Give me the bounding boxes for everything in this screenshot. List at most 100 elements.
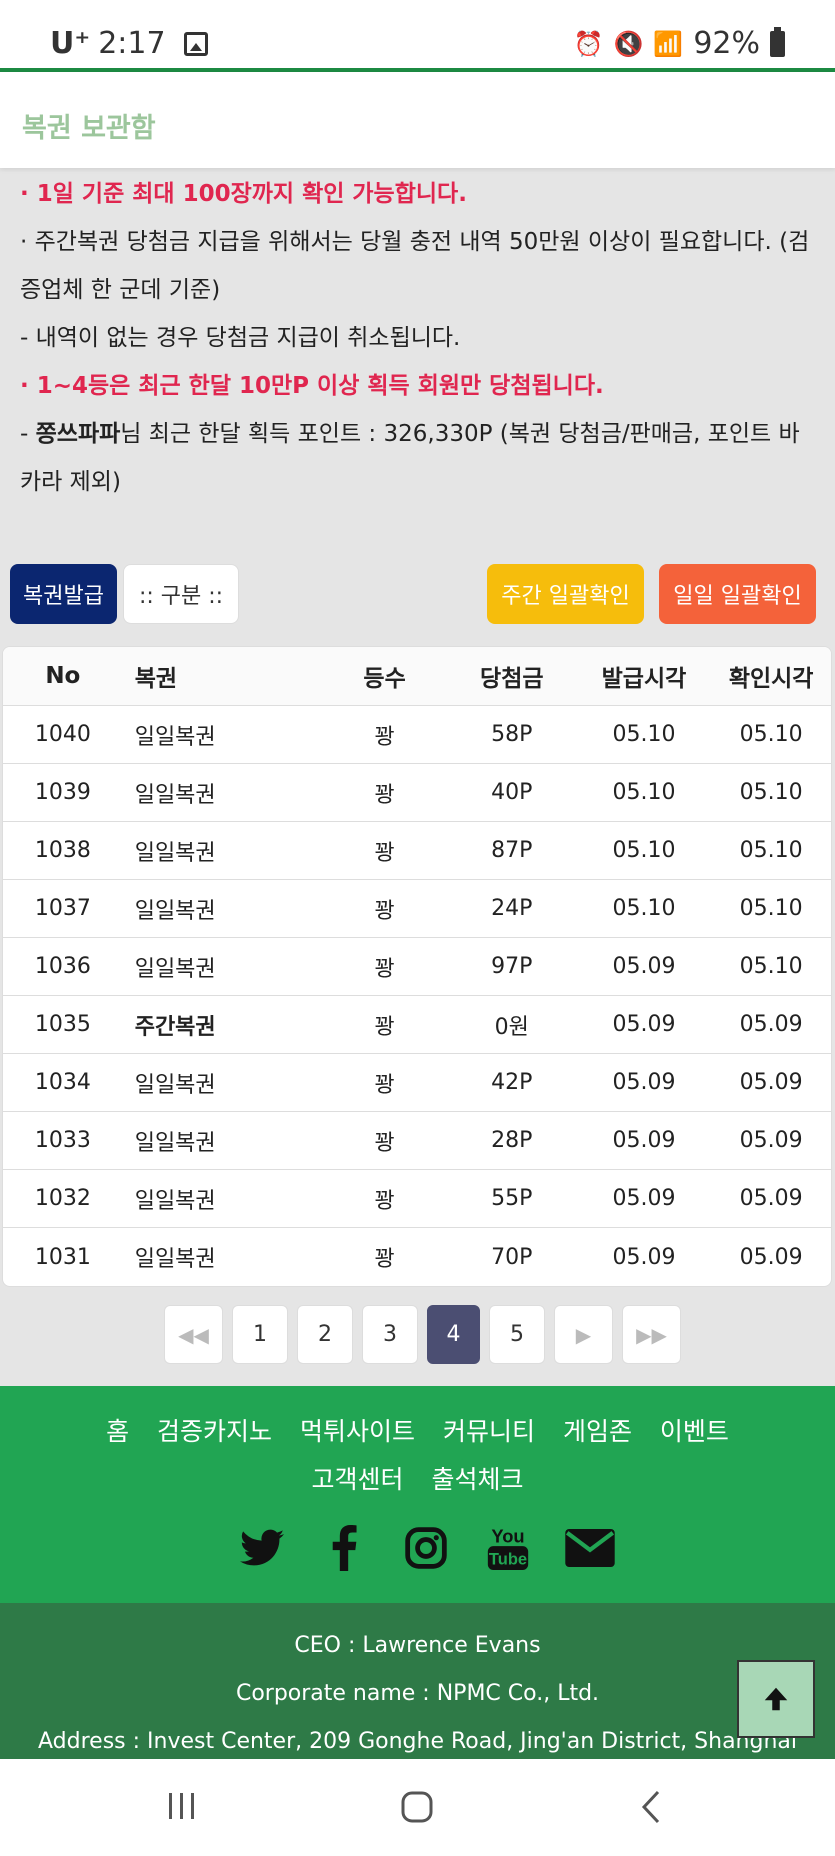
footer-link-community[interactable]: 커뮤니티 — [443, 1417, 535, 1446]
table-row[interactable]: 1035 주간복권 꽝 0원 05.09 05.09 — [3, 996, 831, 1054]
col-prize: 당첨금 — [480, 666, 544, 692]
cell-rank: 꽝 — [374, 724, 395, 750]
mail-icon[interactable] — [563, 1521, 617, 1575]
category-select[interactable]: :: 구분 :: — [123, 564, 239, 624]
youtube-icon[interactable]: You Tube — [481, 1521, 535, 1575]
table-row[interactable]: 1033 일일복권 꽝 28P 05.09 05.09 — [3, 1112, 831, 1170]
footer-link-scam-sites[interactable]: 먹튀사이트 — [300, 1417, 415, 1446]
page-button-4-current[interactable]: 4 — [427, 1305, 480, 1364]
col-issued: 발급시각 — [601, 666, 687, 692]
arrow-up-icon — [764, 1687, 788, 1711]
page-title: 복권 보관함 — [22, 113, 156, 144]
daily-bulk-check-button[interactable]: 일일 일괄확인 — [659, 564, 816, 624]
table-row[interactable]: 1032 일일복권 꽝 55P 05.09 05.09 — [3, 1170, 831, 1228]
table-row[interactable]: 1031 일일복권 꽝 70P 05.09 05.09 — [3, 1228, 831, 1286]
table-row[interactable]: 1040 일일복권 꽝 58P 05.10 05.10 — [3, 706, 831, 764]
cell-issued: 05.10 — [612, 896, 676, 921]
table-row[interactable]: 1039 일일복권 꽝 40P 05.10 05.10 — [3, 764, 831, 822]
corporate-name-text: Corporate name : NPMC Co., Ltd. — [235, 1681, 600, 1706]
next-page-button[interactable]: ▶ — [554, 1305, 613, 1364]
pagination: ◀◀ 1 2 3 4 5 ▶ ▶▶ — [164, 1305, 681, 1364]
cell-issued: 05.09 — [612, 1244, 676, 1270]
scroll-to-top-button[interactable] — [737, 1660, 815, 1738]
footer-link-game-zone[interactable]: 게임존 — [563, 1417, 632, 1446]
cell-prize: 24P — [491, 896, 533, 921]
weekly-bulk-check-button[interactable]: 주간 일괄확인 — [487, 564, 644, 624]
cell-rank: 꽝 — [374, 1130, 395, 1156]
user-points-text: 님 최근 한달 획득 포인트 : 326,330P (복권 당첨금/판매금, 포… — [20, 421, 800, 495]
table-row[interactable]: 1036 일일복권 꽝 97P 05.09 05.10 — [3, 938, 831, 996]
notice-list: · 1일 기준 최대 100장까지 확인 가능합니다. · 주간복권 당첨금 지… — [20, 170, 820, 506]
cell-prize: 42P — [491, 1070, 533, 1095]
cell-checked: 05.09 — [739, 1244, 803, 1270]
col-checked: 확인시각 — [728, 666, 814, 692]
back-icon[interactable] — [638, 1789, 664, 1825]
cell-checked: 05.09 — [739, 1012, 803, 1037]
page-button-3[interactable]: 3 — [362, 1305, 418, 1364]
table-row[interactable]: 1034 일일복권 꽝 42P 05.09 05.09 — [3, 1054, 831, 1112]
cell-rank: 꽝 — [374, 1247, 395, 1272]
cell-lottery: 일일복권 — [134, 898, 216, 924]
last-page-button[interactable]: ▶▶ — [622, 1305, 681, 1364]
footer-link-attendance[interactable]: 출석체크 — [431, 1465, 523, 1494]
home-icon[interactable] — [399, 1789, 435, 1825]
cell-no: 1036 — [34, 954, 91, 979]
cell-lottery: 일일복권 — [134, 956, 216, 982]
mute-icon: 🔇 — [613, 29, 644, 58]
cell-issued: 05.10 — [612, 780, 676, 805]
cell-lottery: 일일복권 — [134, 840, 216, 866]
cell-prize: 97P — [491, 954, 533, 979]
footer-link-casino[interactable]: 검증카지노 — [157, 1417, 272, 1446]
col-no: No — [45, 663, 81, 689]
company-info: CEO : Lawrence Evans Corporate name : NP… — [0, 1603, 835, 1759]
twitter-icon[interactable] — [235, 1521, 289, 1575]
cell-no: 1033 — [34, 1128, 91, 1153]
system-nav-bar — [0, 1759, 835, 1856]
cell-prize: 87P — [491, 838, 533, 863]
cell-checked: 05.10 — [739, 838, 803, 863]
address-text: Address : Invest Center, 209 Gonghe Road… — [38, 1729, 797, 1754]
image-notification-icon — [183, 31, 208, 56]
cell-issued: 05.09 — [612, 954, 676, 979]
notice-user-points: - 쫑쓰파파님 최근 한달 획득 포인트 : 326,330P (복권 당첨금/… — [20, 421, 800, 495]
carrier-label: U⁺ — [50, 26, 91, 61]
page-button-5[interactable]: 5 — [489, 1305, 545, 1364]
page-button-1[interactable]: 1 — [232, 1305, 288, 1364]
table-row[interactable]: 1037 일일복권 꽝 24P 05.10 05.10 — [3, 880, 831, 938]
cell-issued: 05.09 — [612, 1128, 676, 1153]
footer-nav: 홈 검증카지노 먹튀사이트 커뮤니티 게임존 이벤트 — [0, 1412, 835, 1448]
battery-percent: 92% — [693, 26, 760, 61]
col-rank: 등수 — [363, 666, 406, 692]
table-header-row: No 복권 등수 당첨금 발급시각 확인시각 — [3, 647, 831, 706]
page-button-2[interactable]: 2 — [297, 1305, 353, 1364]
cell-prize: 28P — [491, 1128, 533, 1153]
table-row[interactable]: 1038 일일복권 꽝 87P 05.10 05.10 — [3, 822, 831, 880]
instagram-icon[interactable] — [399, 1521, 453, 1575]
cell-checked: 05.10 — [739, 896, 803, 921]
cell-no: 1034 — [34, 1070, 91, 1095]
cell-issued: 05.09 — [612, 1070, 676, 1095]
facebook-icon[interactable] — [317, 1521, 371, 1575]
cell-rank: 꽝 — [374, 1072, 395, 1098]
issue-lottery-button[interactable]: 복권발급 — [10, 564, 117, 624]
recent-apps-icon[interactable] — [165, 1789, 199, 1823]
first-page-button[interactable]: ◀◀ — [164, 1305, 223, 1364]
footer-nav-2: 고객센터 출석체크 — [0, 1460, 835, 1496]
cell-lottery: 일일복권 — [134, 1072, 216, 1098]
lottery-table: No 복권 등수 당첨금 발급시각 확인시각 1040 일일복권 꽝 58P 0… — [2, 646, 832, 1287]
cell-prize: 58P — [491, 722, 533, 747]
youtube-icon-text-top: You — [491, 1526, 524, 1547]
footer: 홈 검증카지노 먹튀사이트 커뮤니티 게임존 이벤트 고객센터 출석체크 You… — [0, 1386, 835, 1603]
ceo-text: CEO : Lawrence Evans — [294, 1633, 541, 1658]
cell-issued: 05.10 — [612, 838, 676, 863]
notice-daily-limit: · 1일 기준 최대 100장까지 확인 가능합니다. — [20, 181, 467, 207]
footer-link-support[interactable]: 고객센터 — [312, 1465, 404, 1494]
cell-checked: 05.10 — [739, 954, 803, 979]
battery-icon — [770, 26, 785, 57]
social-links: You Tube — [235, 1521, 617, 1575]
cell-checked: 05.09 — [739, 1186, 803, 1211]
footer-link-event[interactable]: 이벤트 — [660, 1417, 729, 1446]
cell-no: 1038 — [34, 838, 91, 863]
cell-checked: 05.09 — [739, 1128, 803, 1153]
footer-link-home[interactable]: 홈 — [106, 1417, 129, 1446]
